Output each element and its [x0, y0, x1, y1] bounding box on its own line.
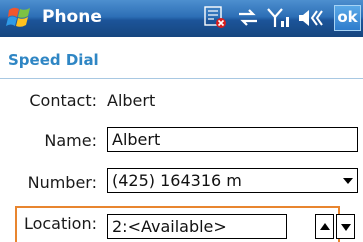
call-forward-icon[interactable]: [202, 6, 228, 30]
title-bar: Phone ok: [0, 0, 363, 37]
volume-icon[interactable]: [297, 6, 325, 30]
number-value: (425) 164316 m: [112, 171, 242, 190]
signal-strength-icon[interactable]: [266, 6, 292, 30]
app-title: Phone: [42, 7, 102, 27]
location-input[interactable]: 2:<Available>: [107, 214, 287, 239]
location-label: Location:: [23, 214, 97, 233]
location-down-button[interactable]: [336, 214, 355, 239]
contact-value: Albert: [107, 91, 156, 110]
arrow-up-icon: [320, 223, 330, 230]
number-dropdown[interactable]: (425) 164316 m: [107, 168, 358, 193]
name-label: Name:: [44, 131, 97, 150]
name-input[interactable]: Albert: [107, 127, 358, 152]
section-divider: [0, 78, 363, 79]
number-label: Number:: [27, 173, 97, 192]
start-logo-icon[interactable]: [6, 4, 36, 32]
arrow-down-icon: [341, 224, 351, 231]
chevron-down-icon[interactable]: [343, 178, 353, 184]
contact-label: Contact:: [29, 91, 97, 110]
location-up-button[interactable]: [315, 214, 334, 239]
connectivity-icon[interactable]: [236, 6, 260, 30]
ok-button[interactable]: ok: [334, 5, 361, 31]
page-title: Speed Dial: [8, 51, 99, 69]
